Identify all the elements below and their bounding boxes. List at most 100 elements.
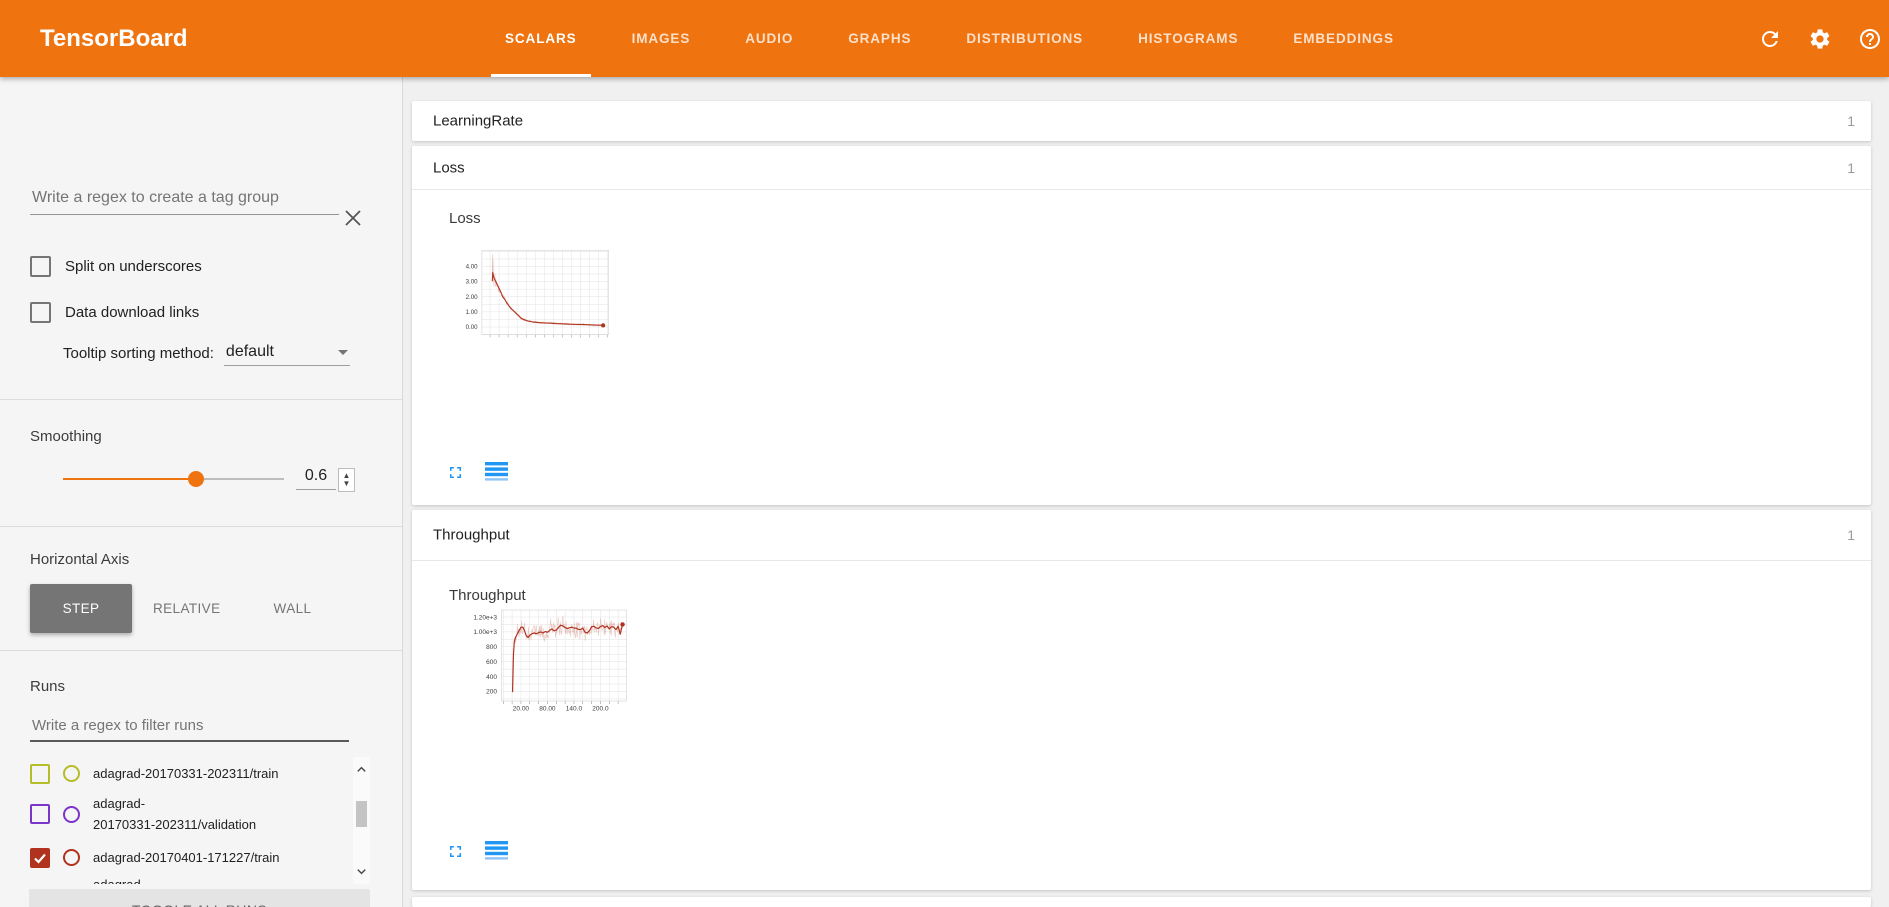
run-item[interactable]: adagrad-20170331-202311/train [30,763,352,784]
category-card-throughput: Throughput 1 Throughput 200 400 600 800 1.00… [412,510,1871,890]
sidebar: Split on underscores Data download links… [0,77,403,907]
category-title: Loss [433,159,465,176]
split-underscores-label: Split on underscores [65,258,202,275]
tooltip-sort-label: Tooltip sorting method: [63,345,214,362]
run-checkbox[interactable] [30,764,50,784]
horizontal-axis-label: Horizontal Axis [30,551,129,568]
loss-chart[interactable]: 0.00 1.00 2.00 3.00 4.00 [440,196,840,496]
split-underscores-checkbox[interactable] [30,256,51,277]
category-card-loss: Loss 1 Loss 0.00 1.00 2.00 3.00 4.00 [412,146,1871,505]
toggle-all-runs-button[interactable]: TOGGLE ALL RUNS [29,889,370,907]
tab-histograms[interactable]: HISTOGRAMS [1124,0,1252,77]
run-label[interactable]: adagrad-20170331-202311/validation [93,793,325,835]
tensorboard-app: TensorBoard SCALARS IMAGES AUDIO GRAPHS … [0,0,1889,907]
app-logo: TensorBoard [40,0,188,77]
run-selector-lines-icon[interactable] [485,461,509,483]
category-title: LearningRate [433,113,523,130]
app-header: TensorBoard SCALARS IMAGES AUDIO GRAPHS … [0,0,1889,77]
run-label[interactable]: adagrad-20170401-171227/train [93,847,325,868]
tab-graphs[interactable]: GRAPHS [834,0,925,77]
svg-text:1.00e+3: 1.00e+3 [473,629,497,636]
tooltip-sort-row: Tooltip sorting method: default [63,341,350,366]
run-item-partial: adagrad- [93,875,333,884]
runs-filter-input[interactable] [30,710,349,742]
run-selector-lines-icon[interactable] [485,840,509,862]
tab-distributions[interactable]: DISTRIBUTIONS [952,0,1097,77]
throughput-chart[interactable]: 2004006008001.00e+31.20e+320.0080.00140.… [460,600,840,830]
svg-text:20.00: 20.00 [513,706,530,713]
help-icon[interactable] [1858,27,1882,51]
category-card-learningrate: LearningRate 1 [412,101,1871,141]
category-header-throughput[interactable]: Throughput 1 [412,510,1871,561]
svg-text:140.0: 140.0 [566,706,583,713]
smoothing-stepper[interactable]: ▲ ▼ [338,468,355,492]
smoothing-label: Smoothing [30,428,102,445]
tab-audio[interactable]: AUDIO [731,0,807,77]
tag-group-regex-input[interactable] [30,182,339,215]
category-card-partial [412,897,1871,907]
run-color-swatch [63,806,80,823]
horizontal-axis-buttons: STEP RELATIVE WALL [30,584,343,633]
scrollbar-thumb[interactable] [356,801,367,827]
svg-text:2.00: 2.00 [466,294,479,301]
axis-wall-button[interactable]: WALL [241,584,343,633]
scroll-up-icon[interactable] [355,763,368,776]
tab-embeddings[interactable]: EMBEDDINGS [1279,0,1408,77]
run-checkbox[interactable] [30,804,50,824]
svg-text:80.00: 80.00 [539,706,556,713]
axis-step-button[interactable]: STEP [30,584,132,633]
run-item[interactable]: adagrad-20170401-171227/train [30,847,352,868]
smoothing-slider-thumb[interactable] [188,471,204,487]
scroll-down-icon[interactable] [355,865,368,878]
tab-images[interactable]: IMAGES [618,0,705,77]
divider [0,399,402,400]
category-header-loss[interactable]: Loss 1 [412,146,1871,190]
tooltip-sort-select[interactable]: default [224,341,350,366]
divider [0,526,402,527]
runs-label: Runs [30,678,65,695]
data-download-checkbox[interactable] [30,302,51,323]
run-item[interactable]: adagrad-20170331-202311/validation [30,793,352,835]
split-underscores-row: Split on underscores [30,256,202,277]
tab-scalars[interactable]: SCALARS [491,0,591,77]
smoothing-slider-fill [63,478,196,480]
smoothing-slider[interactable] [63,478,284,480]
svg-text:200: 200 [486,689,497,696]
tooltip-sort-value: default [226,343,274,360]
close-icon[interactable] [341,206,365,230]
chevron-down-icon [338,350,348,355]
category-title: Throughput [433,527,510,544]
svg-text:600: 600 [486,659,497,666]
data-download-label: Data download links [65,304,199,321]
run-checkbox[interactable] [30,848,50,868]
refresh-icon[interactable] [1758,27,1782,51]
category-count: 1 [1847,160,1855,176]
runs-list: adagrad-20170331-202311/train adagrad-20… [30,757,370,884]
run-color-swatch [63,849,80,866]
svg-text:3.00: 3.00 [466,279,479,286]
gear-icon[interactable] [1808,27,1832,51]
category-header-learningrate[interactable]: LearningRate 1 [412,101,1871,141]
fullscreen-icon[interactable] [446,842,465,861]
chart-actions [446,461,509,483]
runs-scrollbar[interactable] [353,757,370,884]
svg-text:0.00: 0.00 [466,324,479,331]
header-actions [1758,0,1882,77]
axis-relative-button[interactable]: RELATIVE [132,584,241,633]
svg-text:4.00: 4.00 [466,264,479,271]
chart-actions [446,840,509,862]
svg-text:200.0: 200.0 [592,706,609,713]
fullscreen-icon[interactable] [446,463,465,482]
divider [0,650,402,651]
svg-text:800: 800 [486,644,497,651]
category-count: 1 [1847,113,1855,129]
svg-text:1.00: 1.00 [466,309,479,316]
nav-tabs: SCALARS IMAGES AUDIO GRAPHS DISTRIBUTION… [491,0,1408,77]
run-color-swatch [63,765,80,782]
category-count: 1 [1847,527,1855,543]
smoothing-value[interactable]: 0.6 [296,467,336,490]
svg-text:400: 400 [486,674,497,681]
main-content: LearningRate 1 Loss 1 Loss 0.00 1.00 2.00 3… [403,77,1889,907]
stepper-down-icon[interactable]: ▼ [343,480,351,488]
run-label[interactable]: adagrad-20170331-202311/train [93,763,325,784]
